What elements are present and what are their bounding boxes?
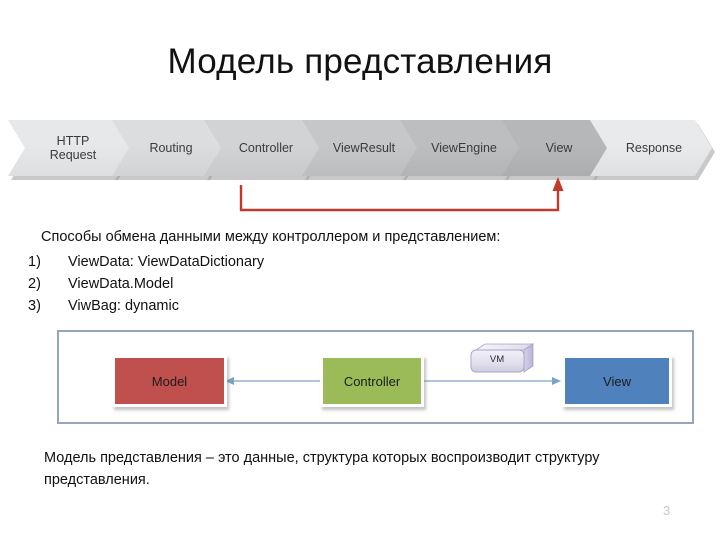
view-box[interactable]: View: [562, 355, 672, 407]
pipeline-step-label: Controller: [238, 141, 294, 155]
pipeline-step-label: Response: [625, 141, 683, 155]
list-item-text: ViewData.Model: [68, 276, 174, 292]
controller-box-label: Controller: [343, 373, 401, 389]
intro-text: Способы обмена данными между контроллеро…: [41, 229, 501, 245]
exchange-methods-list: 1) ViewData: ViewDataDictionary 2) ViewData…: [22, 251, 642, 317]
model-box-label: Model: [151, 373, 188, 389]
pipeline-step-label: ViewResult: [332, 141, 396, 155]
vm-label: VM: [489, 353, 505, 365]
pipeline-step-label: HTTP Request: [49, 134, 97, 162]
list-item-number: 1): [28, 254, 41, 270]
list-item-text: ViwBag: dynamic: [68, 298, 179, 314]
slide-canvas: Модель представления HTTP Request Routing C…: [0, 0, 720, 540]
list-item: 1) ViewData: ViewDataDictionary: [22, 251, 642, 273]
pipeline-step-response[interactable]: Response: [590, 120, 712, 176]
list-item: 2) ViewData.Model: [22, 273, 642, 295]
pipeline-step-label: Routing: [149, 141, 193, 155]
page-title: Модель представления: [167, 42, 553, 81]
request-pipeline: HTTP Request Routing Controller ViewResult Vi…: [8, 120, 712, 182]
list-item: 3) ViwBag: dynamic: [22, 295, 642, 317]
slide-caption: Модель представления – это данные, струк…: [44, 450, 600, 488]
controller-box[interactable]: Controller: [320, 355, 424, 407]
page-number: 3: [663, 503, 671, 518]
list-item-number: 3): [28, 298, 41, 314]
chevron-shape: Response: [590, 120, 712, 176]
list-item-text: ViewData: ViewDataDictionary: [68, 254, 265, 270]
view-box-label: View: [603, 373, 631, 389]
view-model-cube[interactable]: VM: [470, 343, 535, 375]
pipeline-step-label: ViewEngine: [431, 141, 497, 155]
model-box[interactable]: Model: [112, 355, 227, 407]
list-item-number: 2): [28, 276, 41, 292]
pipeline-step-label: View: [545, 141, 573, 155]
